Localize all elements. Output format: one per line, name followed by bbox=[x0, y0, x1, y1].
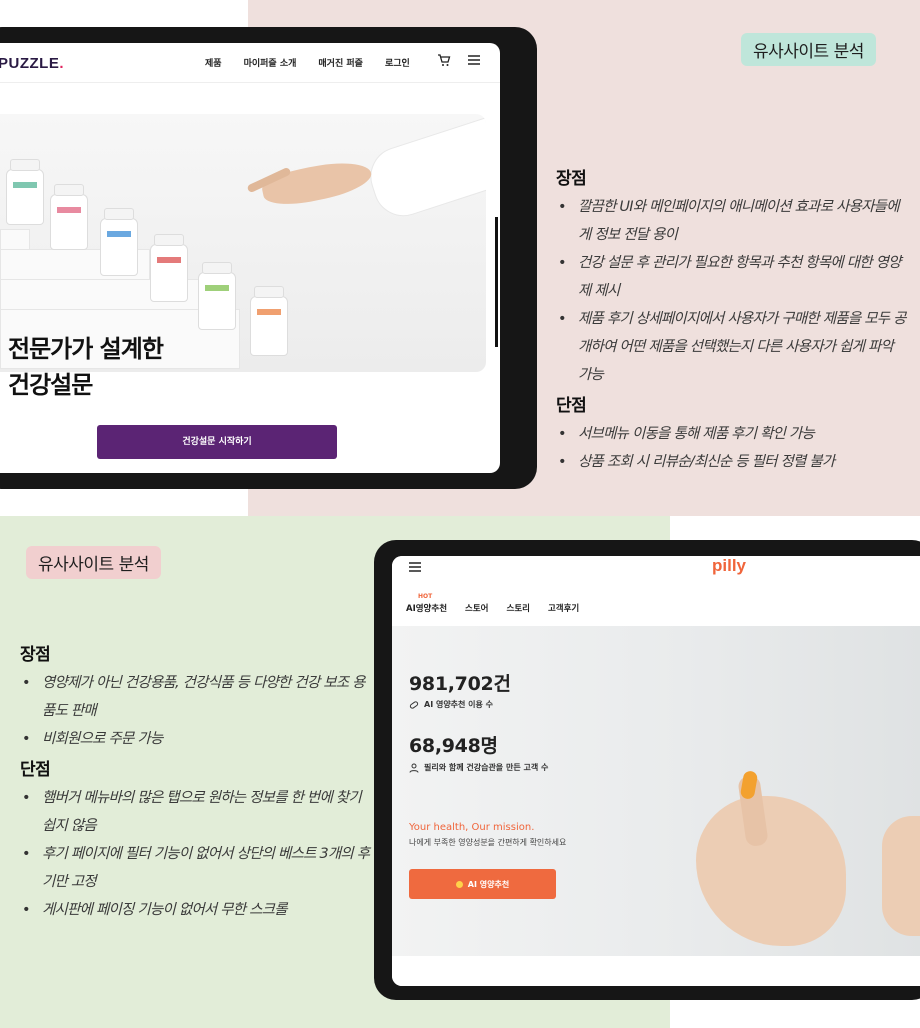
hamburger-menu-icon[interactable] bbox=[467, 53, 481, 67]
cons-list: 서브메뉴 이동을 통해 제품 후기 확인 가능 상품 조회 시 리뷰순/최신순 … bbox=[556, 420, 906, 476]
nav-item-login[interactable]: 로그인 bbox=[385, 56, 410, 69]
list-item: 비회원으로 주문 가능 bbox=[20, 725, 370, 753]
tab-store[interactable]: 스토어 bbox=[465, 602, 488, 614]
hand-holding-pill bbox=[696, 796, 846, 946]
pilly-hero: 981,702건 AI 영양추천 이용 수 68,948명 필리와 함께 건강습… bbox=[392, 626, 920, 956]
pros-list: 영양제가 아닌 건강용품, 건강식품 등 다양한 건강 보조 용품도 판매 비회… bbox=[20, 669, 370, 753]
nav-item-products[interactable]: 제품 bbox=[205, 56, 222, 69]
pros-heading: 장점 bbox=[20, 645, 51, 665]
pilly-header: pilly HOT AI영양추천 스토어 스토리 고객후기 bbox=[392, 556, 920, 626]
puzzle-analysis-notes: 장점 깔끔한 UI와 메인페이지의 애니메이션 효과로 사용자들에게 정보 전달… bbox=[556, 162, 906, 476]
supplement-bottle bbox=[250, 286, 288, 356]
supplement-bottle bbox=[6, 159, 44, 225]
puzzle-navbar: PUZZLE. 제품 마이퍼즐 소개 매거진 퍼즐 로그인 bbox=[0, 43, 500, 83]
list-item: 후기 페이지에 필터 기능이 없어서 상단의 베스트 3개의 후기만 고정 bbox=[20, 840, 370, 896]
puzzle-tablet-frame: PUZZLE. 제품 마이퍼즐 소개 매거진 퍼즐 로그인 전문가가 설계한 건… bbox=[0, 27, 537, 489]
second-hand bbox=[882, 816, 920, 936]
pill-icon bbox=[455, 880, 463, 888]
pros-heading: 장점 bbox=[556, 169, 587, 189]
pilly-analysis-notes: 장점 영양제가 아닌 건강용품, 건강식품 등 다양한 건강 보조 용품도 판매… bbox=[20, 638, 370, 924]
pros-list: 깔끔한 UI와 메인페이지의 애니메이션 효과로 사용자들에게 정보 전달 용이… bbox=[556, 193, 906, 389]
tab-story[interactable]: 스토리 bbox=[507, 602, 530, 614]
ai-recommend-button[interactable]: AI 영양추천 bbox=[409, 869, 556, 899]
puzzle-screen: PUZZLE. 제품 마이퍼즐 소개 매거진 퍼즐 로그인 전문가가 설계한 건… bbox=[0, 43, 500, 473]
supplement-bottle bbox=[100, 208, 138, 276]
puzzle-nav-icons bbox=[437, 53, 481, 67]
supplement-bottle bbox=[50, 184, 88, 250]
puzzle-headline: 전문가가 설계한 건강설문 bbox=[8, 335, 164, 399]
pilly-tagline: Your health, Our mission. bbox=[409, 822, 535, 833]
start-survey-button[interactable]: 건강설문 시작하기 bbox=[97, 425, 337, 459]
pilly-subtitle: 나에게 부족한 영양성분을 간편하게 확인하세요 bbox=[409, 838, 567, 847]
pill-icon bbox=[409, 700, 419, 709]
supplement-bottle bbox=[150, 234, 188, 302]
customer-count: 68,948명 bbox=[409, 735, 498, 757]
person-icon bbox=[409, 763, 419, 773]
tab-reviews[interactable]: 고객후기 bbox=[548, 602, 579, 614]
list-item: 깔끔한 UI와 메인페이지의 애니메이션 효과로 사용자들에게 정보 전달 용이 bbox=[556, 193, 906, 249]
pilly-tabs: HOT AI영양추천 스토어 스토리 고객후기 bbox=[406, 593, 579, 614]
puzzle-logo[interactable]: PUZZLE. bbox=[0, 55, 64, 72]
ai-recommend-count: 981,702건 bbox=[409, 673, 511, 695]
list-item: 서브메뉴 이동을 통해 제품 후기 확인 가능 bbox=[556, 420, 906, 448]
supplement-bottle bbox=[198, 262, 236, 330]
pilly-footer-strip bbox=[392, 956, 920, 986]
pilly-tablet-frame: pilly HOT AI영양추천 스토어 스토리 고객후기 981,702건 AI… bbox=[374, 540, 920, 1000]
list-item: 상품 조회 시 리뷰순/최신순 등 필터 정렬 불가 bbox=[556, 448, 906, 476]
hamburger-menu-icon[interactable] bbox=[408, 560, 422, 574]
similar-site-analysis-badge: 유사사이트 분석 bbox=[26, 546, 161, 579]
cons-heading: 단점 bbox=[556, 396, 587, 416]
puzzle-nav-links: 제품 마이퍼즐 소개 매거진 퍼즐 로그인 bbox=[205, 56, 410, 69]
similar-site-analysis-badge: 유사사이트 분석 bbox=[741, 33, 876, 66]
list-item: 햄버거 메뉴바의 많은 탭으로 원하는 정보를 한 번에 찾기 쉽지 않음 bbox=[20, 784, 370, 840]
nav-item-about[interactable]: 마이퍼즐 소개 bbox=[244, 56, 297, 69]
nav-item-magazine[interactable]: 매거진 퍼즐 bbox=[318, 56, 363, 69]
tablet-side-scrollbar bbox=[495, 217, 498, 347]
cons-list: 햄버거 메뉴바의 많은 탭으로 원하는 정보를 한 번에 찾기 쉽지 않음 후기… bbox=[20, 784, 370, 924]
page: PUZZLE. 제품 마이퍼즐 소개 매거진 퍼즐 로그인 전문가가 설계한 건… bbox=[0, 0, 920, 1028]
reaching-hand bbox=[259, 154, 375, 212]
ai-recommend-count-label: AI 영양추천 이용 수 bbox=[409, 699, 493, 710]
list-item: 게시판에 페이징 기능이 없어서 무한 스크롤 bbox=[20, 896, 370, 924]
pilly-screen: pilly HOT AI영양추천 스토어 스토리 고객후기 981,702건 AI… bbox=[392, 556, 920, 986]
hot-badge: HOT bbox=[418, 593, 433, 600]
pilly-logo[interactable]: pilly bbox=[712, 556, 746, 576]
lab-coat-sleeve bbox=[362, 114, 486, 224]
cons-heading: 단점 bbox=[20, 760, 51, 780]
list-item: 건강 설문 후 관리가 필요한 항목과 추천 항목에 대한 영양제 제시 bbox=[556, 249, 906, 305]
tab-ai-recommend[interactable]: HOT AI영양추천 bbox=[406, 593, 447, 614]
list-item: 제품 후기 상세페이지에서 사용자가 구매한 제품을 모두 공개하여 어떤 제품… bbox=[556, 305, 906, 389]
cart-icon[interactable] bbox=[437, 53, 451, 67]
list-item: 영양제가 아닌 건강용품, 건강식품 등 다양한 건강 보조 용품도 판매 bbox=[20, 669, 370, 725]
customer-count-label: 필리와 함께 건강습관을 만든 고객 수 bbox=[409, 762, 548, 773]
